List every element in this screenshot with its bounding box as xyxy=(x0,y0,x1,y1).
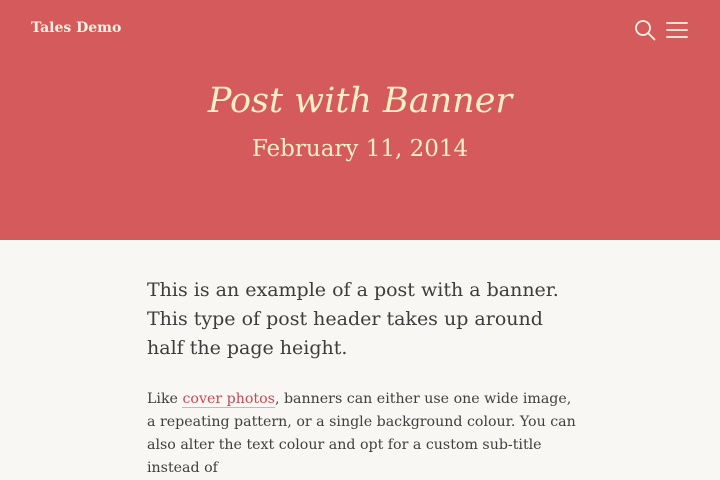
post-lead: This is an example of a post with a bann… xyxy=(147,279,559,359)
post-date: February 11, 2014 xyxy=(251,136,469,162)
post-title: Post with Banner xyxy=(207,81,513,121)
post-banner: Tales Demo Post with Banner February 11,… xyxy=(0,0,720,240)
header-actions xyxy=(633,18,689,42)
menu-icon[interactable] xyxy=(665,18,689,42)
post-paragraph: Like cover photos, banners can either us… xyxy=(147,388,577,480)
cover-photos-link[interactable]: cover photos xyxy=(182,391,275,408)
post-content: This is an example of a post with a bann… xyxy=(147,276,577,480)
search-icon[interactable] xyxy=(633,18,657,42)
site-title-link[interactable]: Tales Demo xyxy=(31,20,121,36)
paragraph-text-start: Like xyxy=(147,391,183,407)
